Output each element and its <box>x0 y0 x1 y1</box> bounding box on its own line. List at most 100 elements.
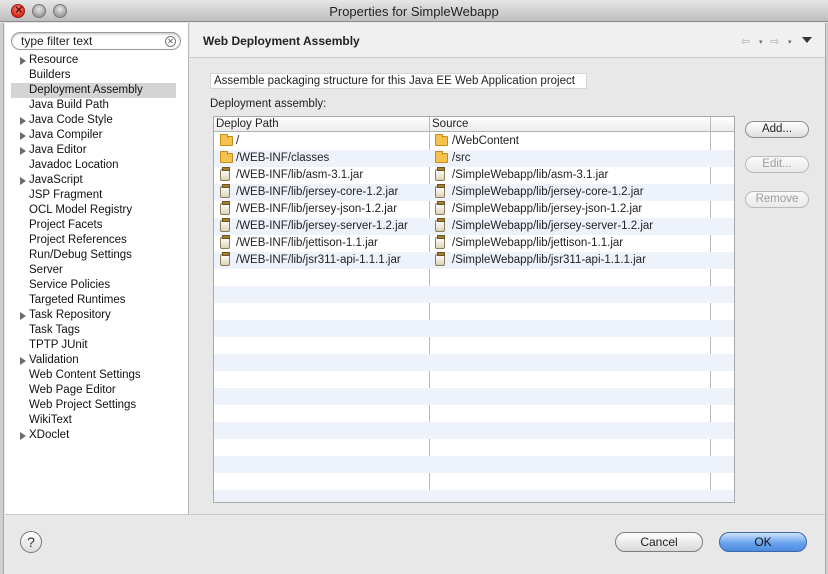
deploy-path-cell: /WEB-INF/lib/jersey-server-1.2.jar <box>236 220 408 232</box>
dialog-button-bar: ? Cancel OK <box>5 514 825 574</box>
tree-item[interactable]: OCL Model Registry <box>5 203 189 218</box>
tree-item[interactable]: TPTP JUnit <box>5 338 189 353</box>
expand-arrow-icon[interactable] <box>20 177 26 185</box>
expand-arrow-icon[interactable] <box>20 57 26 65</box>
view-menu-icon[interactable] <box>802 37 812 43</box>
tree-item-label: Server <box>29 264 63 276</box>
forward-arrow-icon[interactable]: ⇨ <box>770 35 779 48</box>
page-description: Assemble packaging structure for this Ja… <box>210 73 587 89</box>
table-row[interactable]: /WEB-INF/classes/src <box>214 150 734 167</box>
tree-item-label: Java Build Path <box>29 99 109 111</box>
column-header-deploy-path[interactable]: Deploy Path <box>216 118 279 130</box>
tree-item[interactable]: JavaScript <box>5 173 189 188</box>
deploy-path-cell: /WEB-INF/lib/jettison-1.1.jar <box>236 237 378 249</box>
source-cell: /WebContent <box>452 135 519 147</box>
tree-item[interactable]: XDoclet <box>5 428 189 443</box>
remove-button[interactable]: Remove <box>745 191 809 208</box>
tree-item[interactable]: Validation <box>5 353 189 368</box>
tree-item-label: Validation <box>29 354 79 366</box>
folder-icon <box>435 151 448 163</box>
jar-icon <box>435 167 445 181</box>
table-row <box>214 456 734 473</box>
tree-item-label: Deployment Assembly <box>29 84 143 96</box>
deploy-path-cell: / <box>236 135 240 147</box>
add-button[interactable]: Add... <box>745 121 809 138</box>
table-row[interactable]: / /WebContent <box>214 133 734 150</box>
folder-icon <box>220 134 233 146</box>
expand-arrow-icon[interactable] <box>20 357 26 365</box>
table-row[interactable]: /WEB-INF/lib/jettison-1.1.jar/SimpleWeba… <box>214 235 734 252</box>
folder-icon <box>435 134 448 146</box>
table-row[interactable]: /WEB-INF/lib/jersey-core-1.2.jar/SimpleW… <box>214 184 734 201</box>
expand-arrow-icon[interactable] <box>20 432 26 440</box>
tree-item[interactable]: Service Policies <box>5 278 189 293</box>
table-header: Deploy Path Source <box>214 117 734 132</box>
tree-item[interactable]: JSP Fragment <box>5 188 189 203</box>
tree-item-label: Run/Debug Settings <box>29 249 132 261</box>
tree-item-label: Service Policies <box>29 279 111 291</box>
filter-field[interactable]: ✕ <box>11 32 181 50</box>
back-arrow-icon[interactable]: ⇦ <box>741 35 750 48</box>
tree-item[interactable]: WikiText <box>5 413 189 428</box>
tree-item[interactable]: Targeted Runtimes <box>5 293 189 308</box>
table-row[interactable]: /WEB-INF/lib/jersey-json-1.2.jar/SimpleW… <box>214 201 734 218</box>
jar-icon <box>435 184 445 198</box>
jar-icon <box>220 201 230 215</box>
deployment-assembly-label: Deployment assembly: <box>210 98 327 110</box>
tree-item[interactable]: Web Content Settings <box>5 368 189 383</box>
expand-arrow-icon[interactable] <box>20 147 26 155</box>
tree-item-label: Targeted Runtimes <box>29 294 126 306</box>
folder-icon <box>220 151 233 163</box>
tree-item[interactable]: Task Repository <box>5 308 189 323</box>
table-row <box>214 320 734 337</box>
tree-item[interactable]: Project Facets <box>5 218 189 233</box>
tree-item[interactable]: Project References <box>5 233 189 248</box>
help-icon[interactable]: ? <box>20 531 42 553</box>
tree-item[interactable]: Server <box>5 263 189 278</box>
expand-arrow-icon[interactable] <box>20 312 26 320</box>
deploy-path-cell: /WEB-INF/classes <box>236 152 330 164</box>
edit-button[interactable]: Edit... <box>745 156 809 173</box>
jar-icon <box>220 218 230 232</box>
title-bar: Properties for SimpleWebapp <box>0 0 828 22</box>
tree-item[interactable]: Web Page Editor <box>5 383 189 398</box>
tree-item[interactable]: Java Build Path <box>5 98 189 113</box>
table-row[interactable]: /WEB-INF/lib/jersey-server-1.2.jar/Simpl… <box>214 218 734 235</box>
clear-filter-icon[interactable]: ✕ <box>165 36 176 47</box>
table-row[interactable]: /WEB-INF/lib/asm-3.1.jar/SimpleWebapp/li… <box>214 167 734 184</box>
tree-item[interactable]: Web Project Settings <box>5 398 189 413</box>
tree-item-label: Web Page Editor <box>29 384 116 396</box>
tree-item-label: Task Repository <box>29 309 111 321</box>
tree-item[interactable]: Java Editor <box>5 143 189 158</box>
tree-item[interactable]: Resource <box>5 53 189 68</box>
ok-button[interactable]: OK <box>719 532 807 552</box>
expand-arrow-icon[interactable] <box>20 132 26 140</box>
source-cell: /SimpleWebapp/lib/jersey-core-1.2.jar <box>452 186 644 198</box>
source-cell: /SimpleWebapp/lib/asm-3.1.jar <box>452 169 609 181</box>
tree-item[interactable]: Builders <box>5 68 189 83</box>
jar-icon <box>435 218 445 232</box>
filter-input[interactable] <box>21 34 161 48</box>
category-tree: Resource Builders Deployment Assembly Java … <box>5 53 189 443</box>
tree-item[interactable]: Run/Debug Settings <box>5 248 189 263</box>
back-history-dropdown-icon[interactable]: ▾ <box>759 38 763 46</box>
tree-item-label: TPTP JUnit <box>29 339 88 351</box>
tree-item-label: Java Code Style <box>29 114 113 126</box>
forward-history-dropdown-icon[interactable]: ▾ <box>788 38 792 46</box>
tree-item-label: WikiText <box>29 414 72 426</box>
cancel-button[interactable]: Cancel <box>615 532 703 552</box>
tree-item[interactable]: Javadoc Location <box>5 158 189 173</box>
table-row <box>214 439 734 456</box>
tree-item[interactable]: Java Code Style <box>5 113 189 128</box>
tree-item[interactable]: Task Tags <box>5 323 189 338</box>
jar-icon <box>220 167 230 181</box>
table-row <box>214 371 734 388</box>
tree-item[interactable]: Java Compiler <box>5 128 189 143</box>
deployment-assembly-table[interactable]: Deploy Path Source / /WebContent/WEB-INF/… <box>213 116 735 503</box>
table-row[interactable]: /WEB-INF/lib/jsr311-api-1.1.1.jar/Simple… <box>214 252 734 269</box>
column-header-source[interactable]: Source <box>432 118 468 130</box>
tree-item[interactable]: Deployment Assembly <box>11 83 176 98</box>
tree-item-label: Resource <box>29 54 79 66</box>
expand-arrow-icon[interactable] <box>20 117 26 125</box>
source-cell: /SimpleWebapp/lib/jsr311-api-1.1.1.jar <box>452 254 646 266</box>
